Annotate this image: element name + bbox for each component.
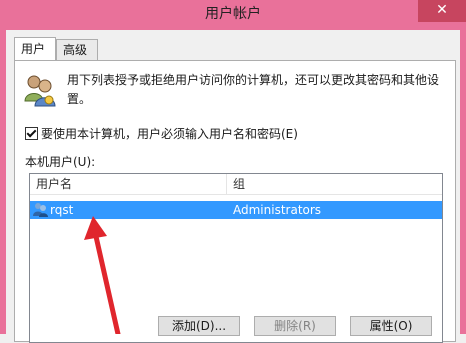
- properties-button[interactable]: 属性(O): [350, 316, 432, 336]
- local-users-label: 本机用户(U):: [25, 155, 96, 169]
- tab-users[interactable]: 用户: [14, 37, 56, 60]
- users-tab-panel: 用下列表授予或拒绝用户访问你的计算机，还可以更改其密码和其他设置。 要使用本计算…: [14, 60, 456, 343]
- user-row-icon: [33, 203, 48, 217]
- column-header-group[interactable]: 组: [227, 174, 433, 194]
- button-bar: 添加(D)... 删除(R) 属性(O): [6, 316, 460, 336]
- row-group: Administrators: [233, 203, 322, 217]
- list-header: 用户名 组: [30, 174, 442, 195]
- require-login-label: 要使用本计算机，用户必须输入用户名和密码(E): [41, 127, 298, 141]
- window-title: 用户帐户: [205, 6, 261, 22]
- column-header-username[interactable]: 用户名: [30, 174, 227, 194]
- delete-button[interactable]: 删除(R): [254, 316, 336, 336]
- add-button[interactable]: 添加(D)...: [158, 316, 240, 336]
- close-button[interactable]: ✕: [418, 0, 466, 22]
- users-icon: [24, 75, 56, 107]
- dialog-body: 用户 高级 用下列表授予或拒绝用户访问你的计算机，还可以更改其密码和其他设置。 …: [6, 30, 460, 343]
- window-titlebar: 用户帐户: [0, 0, 466, 30]
- tab-advanced[interactable]: 高级: [56, 39, 98, 60]
- description-text: 用下列表授予或拒绝用户访问你的计算机，还可以更改其密码和其他设置。: [67, 73, 440, 106]
- require-login-checkbox-row[interactable]: 要使用本计算机，用户必须输入用户名和密码(E): [25, 125, 298, 143]
- tab-users-label: 用户: [21, 42, 46, 56]
- row-username: rqst: [50, 203, 74, 217]
- window-frame-right: [460, 30, 466, 334]
- close-icon: ✕: [436, 2, 448, 18]
- tab-advanced-label: 高级: [63, 43, 88, 57]
- table-row[interactable]: rqst Administrators: [30, 201, 442, 219]
- checkbox-checked-icon[interactable]: [25, 127, 38, 140]
